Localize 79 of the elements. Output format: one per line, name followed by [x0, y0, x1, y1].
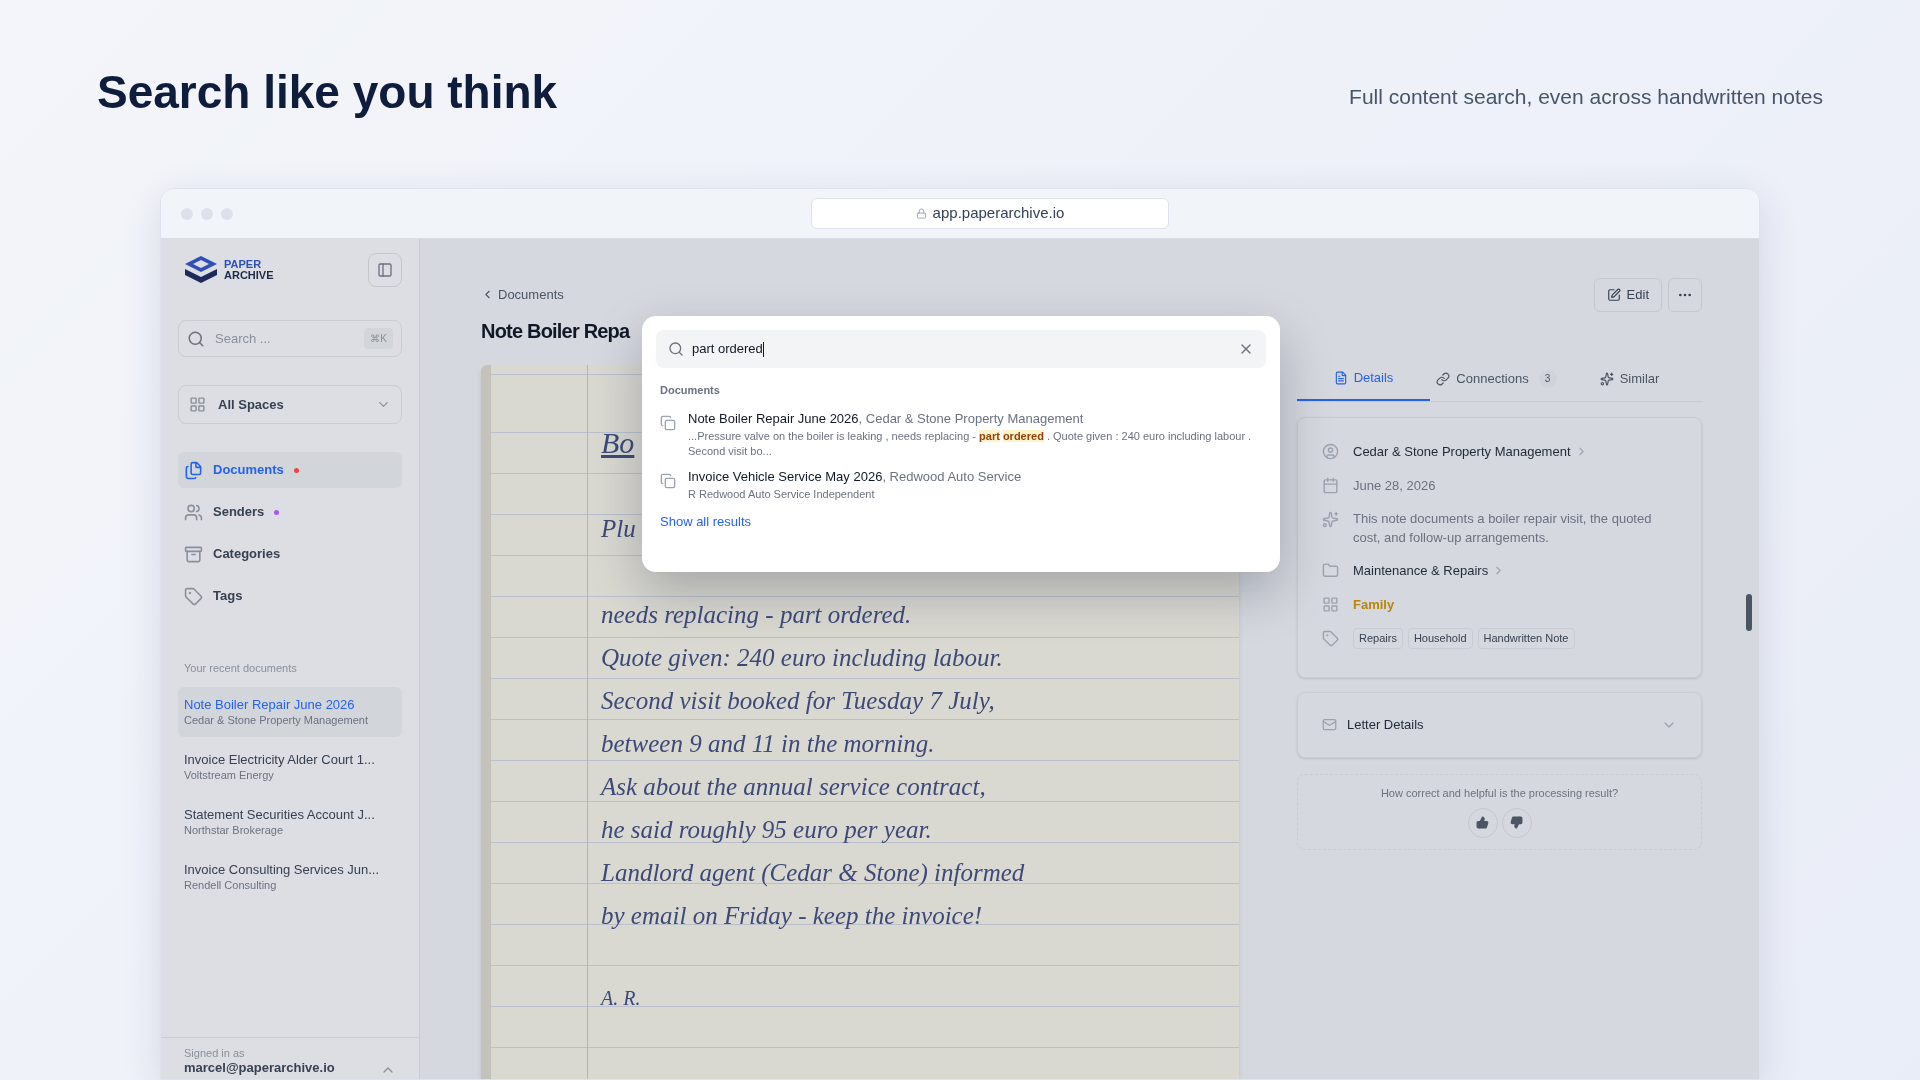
section-heading: Your recent documents	[183, 661, 298, 676]
documents-icon	[660, 472, 676, 489]
document-date: June 28, 2026	[1353, 476, 1436, 495]
handwritten-line: needs replacing - part ordered.	[601, 599, 912, 630]
search-result[interactable]: Note Boiler Repair June 2026, Cedar & Stone Property Management ...Pressure valve on the boiler is leaking , needs replacing - part ordered . Quote given : 240 euro including labour . Second visit bo...	[656, 408, 1266, 459]
category-link[interactable]: Maintenance & Repairs	[1353, 561, 1506, 581]
brand-name: ARCHIVE	[224, 270, 274, 281]
search-result[interactable]: Invoice Vehicle Service May 2026, Redwood Auto Service R Redwood Auto Service Independent	[656, 466, 1266, 502]
handwritten-line: he said roughly 95 euro per year.	[601, 814, 932, 845]
edit-button[interactable]: Edit	[1593, 278, 1662, 312]
breadcrumb-link[interactable]: Documents	[481, 285, 564, 305]
grid-icon	[189, 396, 206, 413]
nav-item[interactable]: Tags	[178, 578, 402, 614]
address-bar[interactable]: app.paperarchive.io	[811, 198, 1169, 229]
pencil-icon	[1606, 288, 1621, 302]
lock-icon	[915, 208, 927, 219]
tag-chip[interactable]: Handwritten Note	[1477, 628, 1575, 649]
recent-document[interactable]: Note Boiler Repair June 2026 Cedar & Stone Property Management	[178, 686, 402, 737]
handwritten-line: Landlord agent (Cedar & Stone) informed	[601, 857, 1025, 889]
handwritten-line: by email on Friday - keep the invoice!	[601, 900, 983, 931]
letter-details-panel[interactable]: Letter Details	[1297, 691, 1702, 758]
signed-in-label: Signed in as	[184, 1046, 246, 1060]
nav-item[interactable]: Categories	[178, 536, 402, 572]
calendar-icon	[1322, 476, 1339, 494]
document-icon	[1333, 370, 1348, 385]
tab[interactable]: Similar	[1563, 356, 1696, 401]
scrollbar-thumb[interactable]	[1746, 594, 1752, 631]
documents-icon	[184, 460, 203, 480]
handwritten-line: between 9 and 11 in the morning.	[601, 728, 935, 759]
page-heading: Search like you think	[97, 66, 558, 118]
documents-icon	[660, 414, 676, 431]
handwritten-signature: A. R.	[601, 985, 641, 1011]
tag-icon	[184, 586, 203, 606]
tag-icon	[1322, 629, 1339, 647]
thumbs-up-icon	[1476, 816, 1489, 830]
feedback-question: How correct and helpful is the processing result?	[1380, 786, 1619, 802]
brand-name: PAPER	[224, 259, 263, 270]
grid-icon	[1322, 595, 1339, 613]
user-email: marcel@paperarchive.io	[184, 1060, 335, 1076]
archive-box-icon	[184, 544, 203, 564]
shortcut-hint: ⌘K	[364, 328, 393, 349]
sender-link[interactable]: Cedar & Stone Property Management	[1353, 442, 1588, 462]
recent-document[interactable]: Statement Securities Account J... Northstar Brokerage	[178, 796, 402, 847]
logo-icon	[184, 255, 218, 285]
search-icon	[668, 341, 684, 357]
people-icon	[184, 502, 203, 522]
thumbs-down-icon	[1510, 816, 1523, 830]
person-icon	[1322, 443, 1339, 461]
page-subtitle: Full content search, even across handwritten notes	[1349, 83, 1823, 110]
section-label: Documents	[659, 383, 721, 398]
show-all-link[interactable]: Show all results	[656, 511, 756, 531]
sparkle-icon	[1322, 511, 1339, 528]
handwritten-line: Quote given: 240 euro including labour.	[601, 642, 1003, 673]
tag-chip[interactable]: Household	[1407, 628, 1473, 649]
recent-document[interactable]: Invoice Electricity Alder Court 1... Voltstream Energy	[178, 741, 402, 792]
search-icon	[187, 329, 205, 348]
tag-chip[interactable]: Repairs	[1353, 628, 1403, 649]
handwritten-line: Ask about the annual service contract,	[601, 771, 986, 802]
tab[interactable]: Connections 3	[1430, 356, 1563, 401]
more-button[interactable]	[1668, 278, 1702, 312]
sidebar-toggle-button[interactable]	[368, 253, 402, 287]
space-label: Family	[1353, 595, 1395, 614]
document-title: Note Boiler Repa	[481, 318, 630, 344]
handwritten-line: Plu	[601, 513, 636, 544]
summary-text: This note documents a boiler repair visit, the quoted cost, and follow-up arrangements.	[1353, 510, 1653, 547]
handwritten-line: Second visit booked for Tuesday 7 July,	[601, 685, 995, 716]
envelope-icon	[1322, 717, 1337, 732]
nav-item[interactable]: Documents	[178, 452, 402, 488]
tab[interactable]: Details	[1297, 356, 1430, 401]
count-badge: 3	[1538, 369, 1557, 388]
recent-document[interactable]: Invoice Consulting Services Jun... Rendell Consulting	[178, 851, 402, 902]
folder-icon	[1322, 562, 1339, 580]
panel-icon	[377, 262, 393, 278]
space-selector[interactable]: All Spaces	[178, 385, 402, 424]
sparkle-icon	[1599, 371, 1614, 386]
link-icon	[1436, 371, 1451, 386]
search-input[interactable]: part ordered	[656, 330, 1266, 368]
nav-item[interactable]: Senders	[178, 494, 402, 530]
handwritten-heading: Bo	[601, 424, 635, 461]
